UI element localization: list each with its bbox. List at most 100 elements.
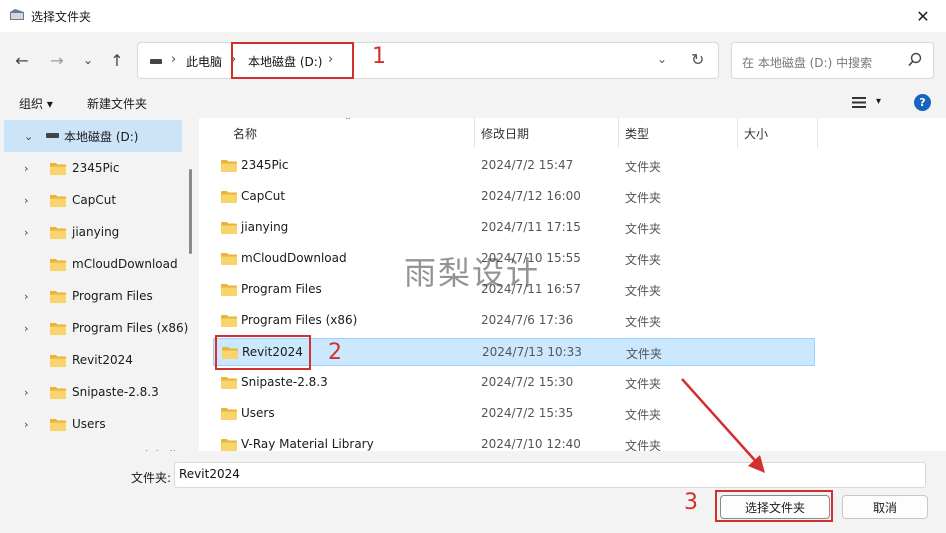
- annotation-box-folder: [215, 335, 311, 370]
- back-arrow-icon[interactable]: ←: [10, 48, 34, 72]
- file-type: 文件夹: [625, 191, 662, 205]
- search-box[interactable]: 在 本地磁盘 (D:) 中搜索: [731, 42, 934, 79]
- refresh-icon[interactable]: ↻: [691, 50, 704, 69]
- organize-menu[interactable]: 组织 ▾: [19, 95, 53, 112]
- file-modified-date: 2024/7/2 15:30: [481, 375, 574, 389]
- folder-icon: [50, 259, 66, 271]
- close-icon[interactable]: ✕: [900, 0, 946, 32]
- folder-icon: [50, 419, 66, 431]
- file-name: V-Ray Material Library: [241, 437, 374, 451]
- file-row[interactable]: Snipaste-2.8.3 2024/7/2 15:30 文件夹: [213, 369, 815, 397]
- sidebar-item-label: CapCut: [72, 193, 117, 207]
- sidebar-item[interactable]: mCloudDownload: [4, 248, 182, 280]
- column-header-type[interactable]: 类型: [625, 125, 649, 142]
- sort-ascending-icon: ⌃: [344, 118, 353, 127]
- column-divider[interactable]: [817, 118, 818, 148]
- sidebar-item-label: 2345Pic: [72, 161, 120, 175]
- file-name: 2345Pic: [241, 158, 289, 172]
- forward-arrow-icon[interactable]: →: [45, 48, 69, 72]
- annotation-box-select-button: [715, 490, 833, 522]
- file-name: Snipaste-2.8.3: [241, 375, 328, 389]
- chevron-down-icon[interactable]: ⌄: [24, 130, 33, 143]
- sidebar-item-label: Users: [72, 417, 106, 431]
- file-name: Program Files: [241, 282, 322, 296]
- column-divider[interactable]: [618, 118, 619, 148]
- file-type: 文件夹: [625, 253, 662, 267]
- folder-icon: [50, 163, 66, 175]
- app-icon: [10, 9, 24, 20]
- chevron-right-icon[interactable]: ›: [24, 290, 28, 303]
- chevron-right-icon[interactable]: ›: [24, 194, 28, 207]
- file-modified-date: 2024/7/11 17:15: [481, 220, 581, 234]
- chevron-right-icon[interactable]: ›: [24, 322, 28, 335]
- sidebar-item[interactable]: › CapCut: [4, 184, 182, 216]
- sidebar-item[interactable]: › Program Files: [4, 280, 182, 312]
- view-options-icon[interactable]: [852, 97, 866, 108]
- folder-field-label: 文件夹:: [131, 471, 172, 485]
- file-type: 文件夹: [625, 377, 662, 391]
- recent-locations-icon[interactable]: ⌄: [76, 48, 100, 72]
- help-icon[interactable]: ?: [914, 94, 931, 111]
- file-row[interactable]: Program Files (x86) 2024/7/6 17:36 文件夹: [213, 307, 815, 335]
- file-type: 文件夹: [625, 408, 662, 422]
- view-dropdown-icon[interactable]: ▾: [876, 96, 881, 107]
- folder-icon: [221, 253, 237, 265]
- file-modified-date: 2024/7/6 17:36: [481, 313, 574, 327]
- command-toolbar: 组织 ▾ 新建文件夹 ▾ ?: [0, 88, 946, 118]
- file-row[interactable]: CapCut 2024/7/12 16:00 文件夹: [213, 183, 815, 211]
- sidebar-scrollbar[interactable]: [189, 169, 192, 254]
- file-name: Program Files (x86): [241, 313, 358, 327]
- folder-icon: [221, 191, 237, 203]
- search-input[interactable]: 在 本地磁盘 (D:) 中搜索: [742, 54, 872, 71]
- file-row[interactable]: V-Ray Material Library 2024/7/10 12:40 文件夹: [213, 431, 815, 451]
- cancel-button[interactable]: 取消: [842, 495, 928, 519]
- sidebar-item-label: Snipaste-2.8.3: [72, 385, 159, 399]
- column-header-modified[interactable]: 修改日期: [481, 125, 529, 142]
- folder-icon: [50, 227, 66, 239]
- column-header-name[interactable]: 名称: [233, 125, 257, 142]
- sidebar-item[interactable]: › Program Files (x86): [4, 312, 188, 344]
- sidebar-item[interactable]: › Users: [4, 408, 182, 440]
- sidebar-item[interactable]: › 2345Pic: [4, 152, 182, 184]
- column-divider[interactable]: [474, 118, 475, 148]
- chevron-right-icon[interactable]: ›: [24, 162, 28, 175]
- breadcrumb-this-pc[interactable]: 此电脑: [186, 53, 222, 70]
- file-type: 文件夹: [625, 315, 662, 329]
- file-modified-date: 2024/7/10 12:40: [481, 437, 581, 451]
- chevron-right-icon[interactable]: ›: [24, 386, 28, 399]
- annotation-number-1: 1: [372, 44, 386, 69]
- navigation-bar: ← → ⌄ ↑ › 此电脑 › 本地磁盘 (D:) › ⌄ ↻ 在 本地磁盘 (…: [0, 32, 946, 88]
- column-header-size[interactable]: 大小: [744, 125, 768, 142]
- chevron-right-icon[interactable]: ›: [24, 418, 28, 431]
- column-divider[interactable]: [737, 118, 738, 148]
- address-bar[interactable]: › 此电脑 › 本地磁盘 (D:) › ⌄ ↻: [137, 42, 719, 79]
- file-modified-date: 2024/7/2 15:35: [481, 406, 574, 420]
- file-name: jianying: [241, 220, 289, 234]
- sidebar-item[interactable]: ⌄ 本地磁盘 (D:): [4, 120, 182, 152]
- file-type: 文件夹: [625, 160, 662, 174]
- annotation-box-address: [231, 42, 354, 79]
- file-row[interactable]: jianying 2024/7/11 17:15 文件夹: [213, 214, 815, 242]
- sidebar-item[interactable]: › jianying: [4, 216, 182, 248]
- sidebar-item-label: 本地磁盘 (D:): [64, 129, 139, 144]
- chevron-right-icon[interactable]: ›: [24, 226, 28, 239]
- sidebar-item-label: Program Files (x86): [72, 321, 189, 335]
- sidebar-item[interactable]: Revit2024: [4, 344, 182, 376]
- address-dropdown-icon[interactable]: ⌄: [657, 52, 667, 66]
- sidebar-item[interactable]: ›V-Ray Material Library: [4, 440, 196, 451]
- drive-icon: [46, 133, 59, 138]
- breadcrumb-separator-icon: ›: [171, 52, 177, 67]
- folder-name-input[interactable]: Revit2024: [174, 462, 926, 488]
- file-row[interactable]: Users 2024/7/2 15:35 文件夹: [213, 400, 815, 428]
- file-name: Users: [241, 406, 275, 420]
- folder-icon: [221, 160, 237, 172]
- folder-icon: [221, 315, 237, 327]
- folder-icon: [50, 323, 66, 335]
- sidebar-item[interactable]: › Snipaste-2.8.3: [4, 376, 182, 408]
- new-folder-button[interactable]: 新建文件夹: [87, 95, 147, 112]
- file-row[interactable]: 2345Pic 2024/7/2 15:47 文件夹: [213, 152, 815, 180]
- sidebar-item-label: jianying: [72, 225, 120, 239]
- search-icon[interactable]: [908, 52, 922, 68]
- up-arrow-icon[interactable]: ↑: [105, 48, 129, 72]
- file-modified-date: 2024/7/13 10:33: [482, 345, 582, 359]
